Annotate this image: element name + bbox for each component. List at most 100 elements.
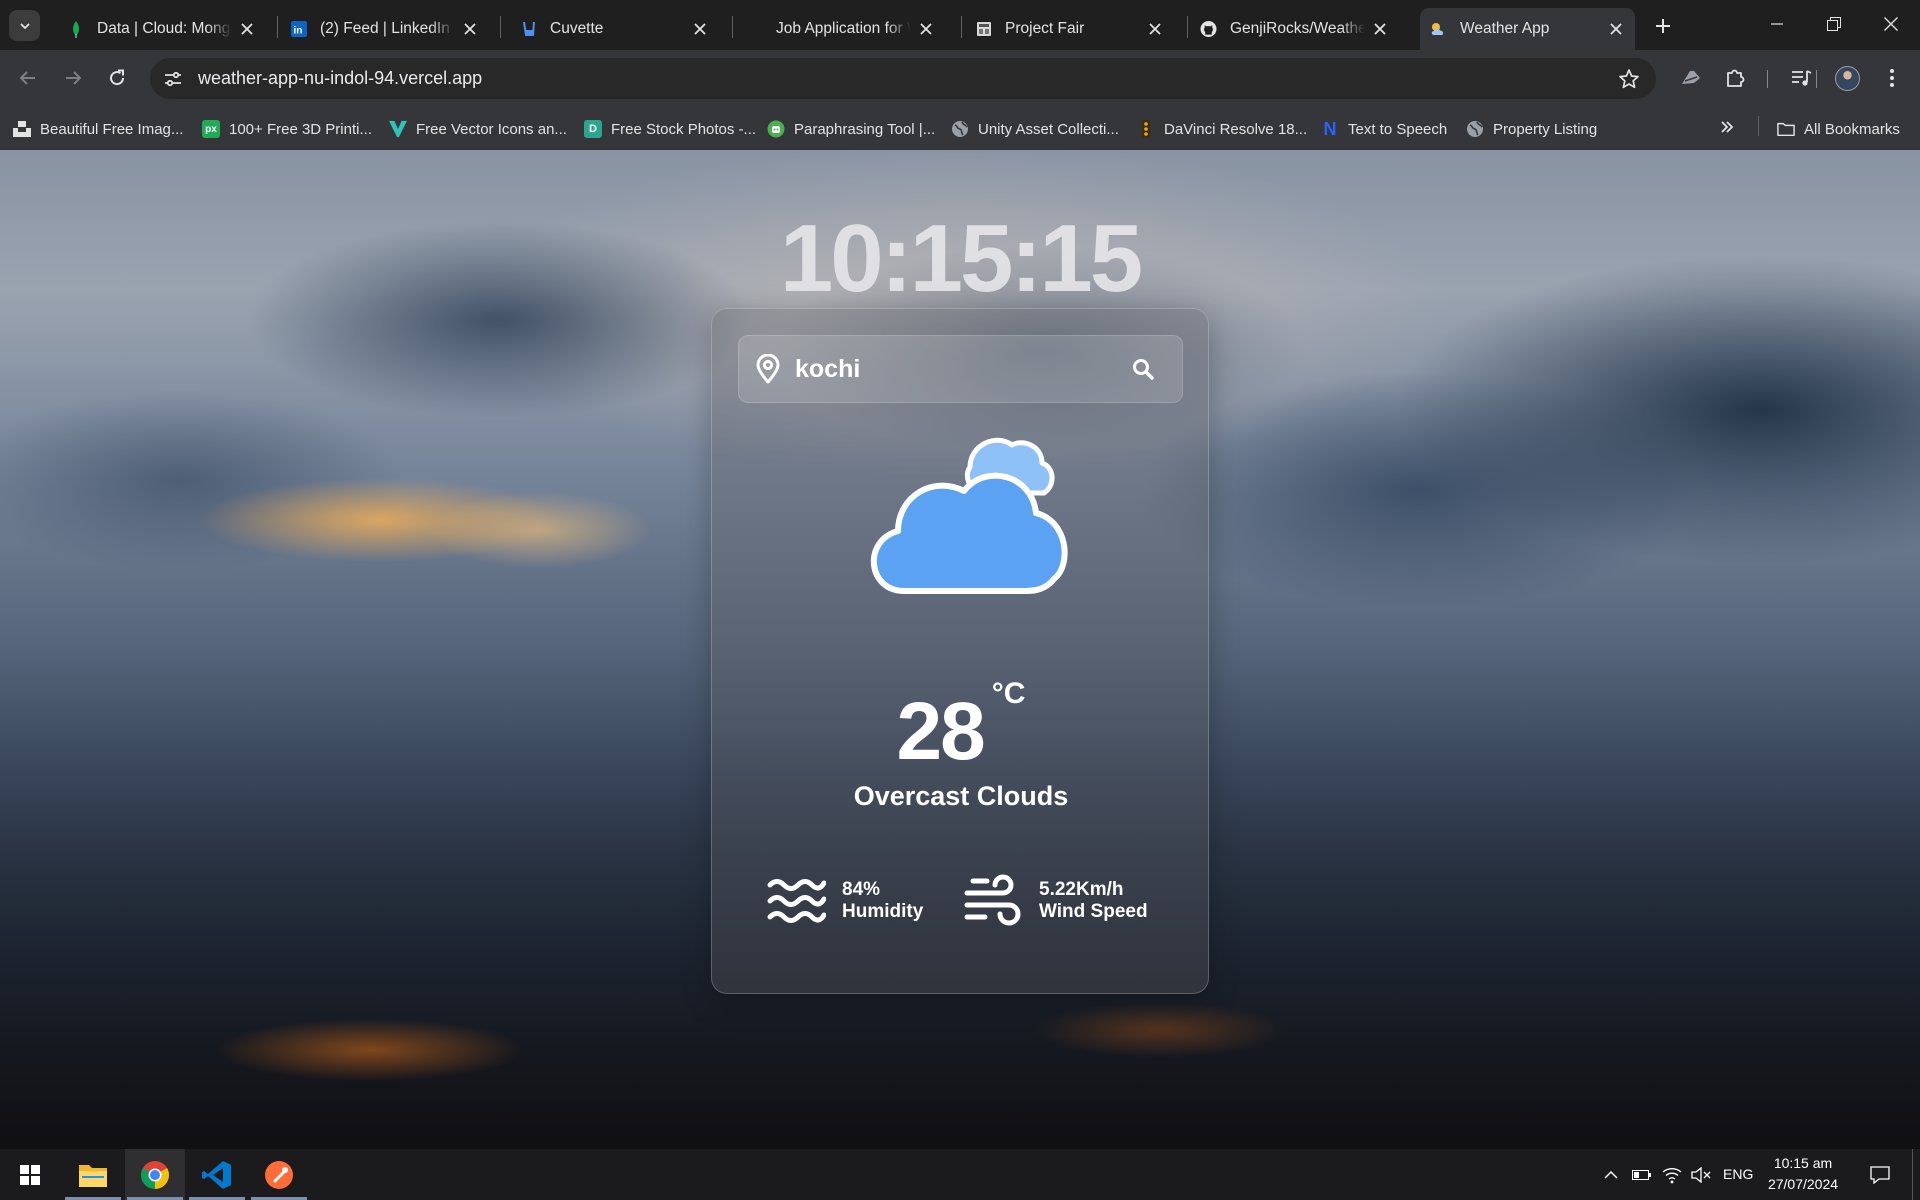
bookmark-label: Paraphrasing Tool |...	[794, 120, 936, 138]
profile-avatar[interactable]	[1835, 66, 1860, 91]
address-bar[interactable]: weather-app-nu-indol-94.vercel.app	[150, 58, 1656, 99]
temperature-display: 28 °C	[712, 677, 1210, 779]
humidity-waves-icon	[766, 871, 826, 931]
close-icon[interactable]	[1607, 20, 1625, 38]
bookmark-label: Property Listing	[1493, 120, 1598, 138]
bookmark-text-to-speech[interactable]: N Text to Speech	[1321, 117, 1448, 141]
window-close-button[interactable]	[1862, 0, 1920, 48]
taskbar-file-explorer[interactable]	[63, 1149, 123, 1200]
bookmark-label: Unity Asset Collecti...	[978, 120, 1119, 138]
show-desktop-strip[interactable]	[1912, 1149, 1913, 1200]
windows-taskbar: ENG 10:15 am 27/07/2024	[0, 1149, 1920, 1200]
search-icon[interactable]	[1130, 356, 1156, 382]
extensions-puzzle-icon[interactable]	[1721, 64, 1749, 92]
close-icon[interactable]	[691, 20, 709, 38]
volume-indicator[interactable]	[1688, 1149, 1714, 1200]
city-search-box[interactable]: kochi	[738, 335, 1183, 403]
wifi-icon	[1662, 1167, 1682, 1183]
quillbot-icon	[767, 120, 785, 138]
url-text[interactable]: weather-app-nu-indol-94.vercel.app	[198, 68, 482, 89]
tab-divider	[500, 16, 501, 38]
bookmark-3d-printing[interactable]: px 100+ Free 3D Printi...	[202, 117, 372, 141]
file-explorer-icon	[79, 1164, 107, 1187]
tab-mongodb[interactable]: Data | Cloud: MongoDB Cloud	[57, 8, 266, 50]
tab-search-button[interactable]	[9, 10, 40, 41]
notification-icon	[1870, 1165, 1890, 1184]
bookmark-paraphrasing[interactable]: Paraphrasing Tool |...	[767, 117, 935, 141]
github-icon	[1200, 20, 1217, 38]
bookmark-property-listing[interactable]: Property Listing	[1466, 117, 1597, 141]
close-icon[interactable]	[1146, 20, 1164, 38]
show-hidden-icons-button[interactable]	[1600, 1149, 1622, 1200]
system-time: 10:15 am	[1773, 1155, 1833, 1171]
bookmark-label: 100+ Free 3D Printi...	[229, 120, 372, 138]
weather-app-icon	[1430, 21, 1447, 38]
reload-button[interactable]	[100, 61, 134, 95]
taskbar-vscode[interactable]	[187, 1149, 247, 1200]
humidity-label: Humidity	[842, 901, 924, 922]
tab-cuvette[interactable]: Cuvette	[510, 8, 719, 50]
tab-title: Job Application for Web Developer	[776, 20, 911, 37]
tab-github[interactable]: GenjiRocks/Weather-App	[1190, 8, 1399, 50]
bookmark-label: Text to Speech	[1348, 120, 1448, 138]
digital-clock: 10:15:15	[779, 205, 1143, 312]
tab-linkedin[interactable]: in (2) Feed | LinkedIn	[280, 8, 489, 50]
close-icon[interactable]	[1371, 20, 1389, 38]
system-date: 27/07/2024	[1767, 1176, 1839, 1192]
close-icon[interactable]	[917, 20, 935, 38]
extension-pin-icon[interactable]	[1677, 64, 1705, 92]
tab-job-application[interactable]: Job Application for Web Developer	[736, 8, 945, 50]
taskbar-chrome[interactable]	[125, 1149, 185, 1200]
city-search-input[interactable]: kochi	[795, 355, 1130, 384]
bookmark-stock-photos[interactable]: D Free Stock Photos -...	[584, 117, 756, 141]
action-center-button[interactable]	[1862, 1149, 1898, 1200]
bookmark-unsplash[interactable]: Beautiful Free Imag...	[13, 117, 183, 141]
toolbar-divider	[1816, 70, 1817, 88]
site-info-icon[interactable]	[162, 68, 184, 90]
weather-card: kochi 28°C Overcast Clouds 84% Humidity	[711, 308, 1209, 994]
all-bookmarks-button[interactable]: All Bookmarks	[1777, 117, 1900, 141]
network-indicator[interactable]	[1660, 1149, 1684, 1200]
bookmark-label: DaVinci Resolve 18...	[1164, 120, 1308, 138]
wind-stat: 5.22Km/h Wind Speed	[963, 871, 1148, 931]
new-tab-button[interactable]	[1647, 10, 1679, 42]
tab-title: Data | Cloud: MongoDB Cloud	[97, 20, 232, 37]
reload-icon	[110, 69, 125, 86]
linkedin-icon: in	[290, 21, 307, 38]
back-button[interactable]	[11, 61, 45, 95]
bookmark-vector-icons[interactable]: Free Vector Icons an...	[389, 117, 567, 141]
humidity-stat: 84% Humidity	[766, 871, 923, 931]
cloud-icon	[871, 437, 1068, 594]
start-button[interactable]	[0, 1149, 60, 1200]
bookmarks-overflow-button[interactable]	[1717, 115, 1737, 139]
more-menu-icon[interactable]	[1878, 64, 1906, 92]
close-icon[interactable]	[238, 20, 256, 38]
forward-button[interactable]	[56, 61, 90, 95]
unsplash-icon	[13, 120, 31, 138]
temperature-value: 28	[896, 686, 986, 777]
davinci-icon	[1137, 120, 1155, 138]
media-control-icon[interactable]	[1787, 64, 1815, 92]
bookmark-davinci-resolve[interactable]: DaVinci Resolve 18...	[1137, 117, 1307, 141]
restore-icon	[1827, 17, 1841, 31]
bookmark-star-icon[interactable]	[1618, 68, 1640, 90]
svg-text:in: in	[293, 26, 302, 37]
taskbar-postman[interactable]	[249, 1149, 309, 1200]
plus-icon	[1656, 19, 1670, 33]
tab-title: Cuvette	[550, 20, 604, 37]
input-language[interactable]: ENG	[1723, 1166, 1753, 1182]
close-icon[interactable]	[461, 20, 479, 38]
tab-weather-app[interactable]: Weather App	[1420, 8, 1635, 50]
arrow-right-icon	[66, 71, 82, 85]
minimize-button[interactable]	[1748, 0, 1806, 48]
volume-muted-icon	[1691, 1166, 1711, 1183]
system-clock[interactable]: 10:15 am 27/07/2024	[1758, 1153, 1848, 1195]
restore-button[interactable]	[1805, 0, 1863, 48]
postman-icon	[265, 1160, 293, 1189]
battery-indicator[interactable]	[1630, 1149, 1654, 1200]
tab-divider	[732, 16, 733, 38]
bookmark-unity-assets[interactable]: Unity Asset Collecti...	[951, 117, 1119, 141]
tab-project-fair[interactable]: Project Fair	[965, 8, 1174, 50]
tab-title: Weather App	[1460, 20, 1550, 37]
tab-divider	[961, 16, 962, 38]
